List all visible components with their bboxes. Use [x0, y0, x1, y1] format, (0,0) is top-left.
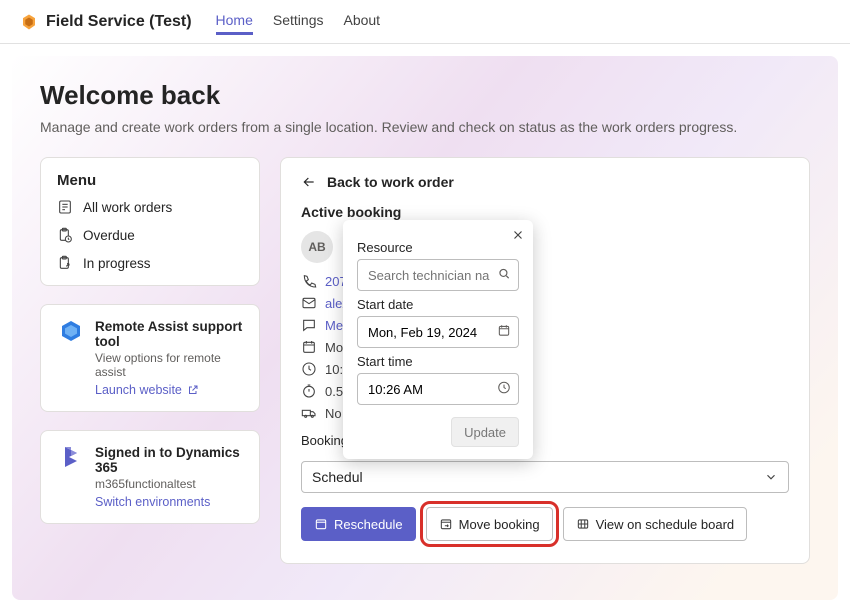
menu-item-overdue[interactable]: Overdue [57, 227, 243, 243]
page-body: Welcome back Manage and create work orde… [12, 56, 838, 600]
move-booking-popover: Resource Start date Start time [343, 220, 533, 459]
truck-icon [301, 405, 317, 421]
chat-icon [301, 317, 317, 333]
menu-item-all-work-orders[interactable]: All work orders [57, 199, 243, 215]
switch-environments-link[interactable]: Switch environments [95, 495, 210, 509]
mail-icon [301, 295, 317, 311]
arrow-left-icon [301, 174, 317, 190]
calendar-icon [301, 339, 317, 355]
app-logo: Field Service (Test) [20, 13, 192, 31]
menu-item-label: In progress [83, 256, 151, 271]
start-time-input[interactable] [357, 373, 519, 405]
start-date-label: Start date [357, 297, 519, 312]
signed-in-title: Signed in to Dynamics 365 [95, 445, 243, 475]
start-time-label: Start time [357, 354, 519, 369]
update-button[interactable]: Update [451, 417, 519, 447]
document-list-icon [57, 199, 73, 215]
signed-in-subtitle: m365functionaltest [95, 477, 243, 491]
remote-assist-subtitle: View options for remote assist [95, 351, 243, 379]
menu-card: Menu All work orders Overdue In progress [40, 157, 260, 286]
page-subtitle: Manage and create work orders from a sin… [40, 119, 810, 135]
nav-about[interactable]: About [343, 8, 380, 35]
board-icon [576, 517, 590, 531]
clipboard-arrow-icon [57, 255, 73, 271]
booking-panel: Back to work order Active booking AB Ale… [280, 157, 810, 564]
booking-status-select[interactable]: Schedul [301, 461, 789, 493]
menu-heading: Menu [57, 172, 243, 189]
open-external-icon [187, 384, 199, 396]
calendar-edit-icon [314, 517, 328, 531]
app-icon [20, 13, 38, 31]
top-bar: Field Service (Test) Home Settings About [0, 0, 850, 44]
stopwatch-icon [301, 383, 317, 399]
active-booking-label: Active booking [301, 204, 789, 220]
remote-assist-card: Remote Assist support tool View options … [40, 304, 260, 412]
dynamics-icon [57, 445, 85, 509]
launch-website-link[interactable]: Launch website [95, 383, 199, 397]
start-date-input[interactable] [357, 316, 519, 348]
popover-close-button[interactable] [511, 228, 525, 245]
remote-assist-icon [57, 319, 85, 397]
close-icon [511, 228, 525, 242]
move-booking-button[interactable]: Move booking [426, 507, 553, 541]
view-on-schedule-board-button[interactable]: View on schedule board [563, 507, 748, 541]
top-nav: Home Settings About [216, 8, 381, 35]
nav-settings[interactable]: Settings [273, 8, 324, 35]
menu-item-label: All work orders [83, 200, 172, 215]
clock-icon [301, 361, 317, 377]
chevron-down-icon [764, 470, 778, 484]
resource-search-input[interactable] [357, 259, 519, 291]
menu-item-in-progress[interactable]: In progress [57, 255, 243, 271]
calendar-move-icon [439, 517, 453, 531]
back-to-work-order[interactable]: Back to work order [301, 174, 789, 190]
app-title: Field Service (Test) [46, 13, 192, 31]
menu-item-label: Overdue [83, 228, 135, 243]
reschedule-button[interactable]: Reschedule [301, 507, 416, 541]
remote-assist-title: Remote Assist support tool [95, 319, 243, 349]
avatar: AB [301, 231, 333, 263]
phone-icon [301, 273, 317, 289]
resource-field-label: Resource [357, 240, 519, 255]
signed-in-card: Signed in to Dynamics 365 m365functional… [40, 430, 260, 524]
nav-home[interactable]: Home [216, 8, 253, 35]
page-title: Welcome back [40, 80, 810, 111]
clipboard-clock-icon [57, 227, 73, 243]
